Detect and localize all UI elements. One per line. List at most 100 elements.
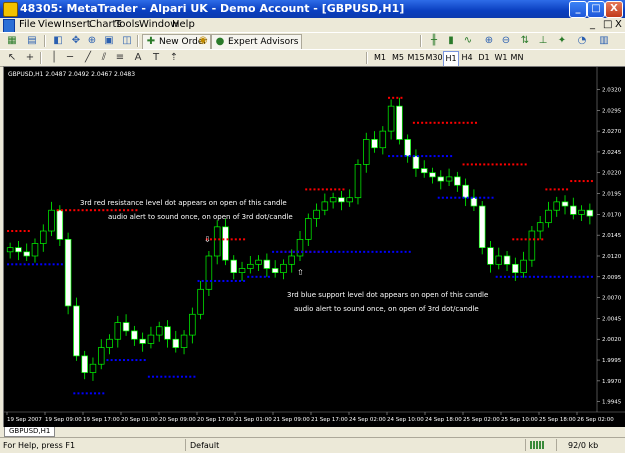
resistance-dot [305,188,308,191]
resistance-dot [226,238,229,241]
candle-body [189,313,196,336]
support-dot [106,359,109,362]
candle-body [338,197,345,203]
candle-body [396,105,403,140]
chart-shift-icon[interactable]: ⊥ [537,35,549,47]
profiles-icon[interactable]: ▤ [26,35,38,47]
support-dot [276,250,279,253]
timeframe-m1[interactable]: M1 [373,51,387,65]
support-dot [15,263,18,266]
candle-body [230,259,237,273]
menu-insert[interactable]: Insert [62,18,91,32]
maximize-button[interactable]: □ [587,1,605,18]
menu-help[interactable]: Help [172,18,195,32]
chart-window[interactable]: GBPUSD,H1 2.0487 2.0492 2.0467 2.0483 2.… [3,66,625,428]
templates-icon[interactable]: ▥ [598,35,610,47]
resistance-dot [238,238,241,241]
candle-body [122,322,130,332]
mdi-minimize-button[interactable]: _ [590,18,595,32]
data-window-icon[interactable]: ⊕ [86,35,98,47]
line-chart-icon[interactable]: ∿ [462,35,474,47]
resistance-dot [330,188,333,191]
resistance-dot [94,209,97,212]
support-dot [566,275,569,278]
timeframe-m5[interactable]: M5 [391,51,405,65]
resistance-dot [470,121,473,124]
support-dot [305,250,308,253]
expert-advisors-button[interactable]: ● Expert Advisors [211,34,303,50]
terminal-icon[interactable]: ▣ [103,35,115,47]
support-dot [218,279,221,282]
horizontal-line-icon[interactable]: ─ [64,52,76,64]
navigator-icon[interactable]: ✥ [70,35,82,47]
mdi-close-button[interactable]: X [615,18,622,32]
resistance-dot [458,121,461,124]
menu-view[interactable]: View [38,18,62,32]
timeframe-h1[interactable]: H1 [443,51,459,67]
price-chart[interactable]: GBPUSD,H1 2.0487 2.0492 2.0467 2.0483 2.… [4,67,625,427]
cursor-icon[interactable]: ↖ [6,52,18,64]
new-chart-icon[interactable]: ▦ [6,35,18,47]
candle-body [31,243,39,257]
candlestick-chart-icon[interactable]: ▮ [445,35,457,47]
y-tick-label: 2.0195 [602,192,622,198]
close-button[interactable]: X [605,1,623,18]
text-icon[interactable]: A [132,52,144,64]
indicators-icon[interactable]: ✦ [556,35,568,47]
timeframe-m30[interactable]: M30 [425,51,443,65]
support-dot [570,275,573,278]
resistance-dot [309,188,312,191]
trendline-icon[interactable]: ╱ [82,52,94,64]
resistance-dot [466,121,469,124]
support-dot [11,263,14,266]
resistance-dot [586,180,589,183]
periods-icon[interactable]: ◔ [576,35,588,47]
timeframe-w1[interactable]: W1 [494,51,508,65]
support-dot [102,392,105,395]
zoom-in-icon[interactable]: ⊕ [483,35,495,47]
support-dot [371,250,374,253]
resistance-dot [487,163,490,166]
support-dot [156,375,159,378]
bar-chart-icon[interactable]: ╫ [428,35,440,47]
support-dot [193,375,196,378]
support-dot [400,250,403,253]
support-dot [590,275,593,278]
zoom-out-icon[interactable]: ⊖ [500,35,512,47]
fibonacci-icon[interactable]: ≡ [114,52,126,64]
support-dot [462,196,465,199]
support-dot [44,263,47,266]
support-dot [77,392,80,395]
strategy-tester-icon[interactable]: ◫ [121,35,133,47]
crosshair-icon[interactable]: + [24,52,36,64]
metaeditor-icon[interactable]: ◉ [197,35,209,47]
timeframe-d1[interactable]: D1 [477,51,491,65]
resistance-dot [512,238,515,241]
candle-body [561,201,569,207]
support-dot [251,275,254,278]
candle-body [536,222,544,232]
x-tick-label: 25 Sep 02:00 [463,417,500,423]
auto-scroll-icon[interactable]: ⇅ [519,35,531,47]
menu-file[interactable]: File [19,18,36,32]
candle-body [296,238,304,257]
resistance-dot [450,121,453,124]
timeframe-m15[interactable]: M15 [407,51,425,65]
support-dot [512,275,515,278]
y-tick-label: 2.0295 [602,108,622,114]
support-dot [561,275,564,278]
vertical-line-icon[interactable]: │ [48,52,60,64]
mdi-restore-button[interactable]: □ [603,18,612,32]
tab-gbpusd-h1[interactable]: GBPUSD,H1 [4,427,56,437]
candle-body [363,139,370,165]
menu-tools[interactable]: Tools [115,18,140,32]
timeframe-mn[interactable]: MN [510,51,524,65]
minimize-button[interactable]: _ [569,1,587,18]
support-dot [346,250,349,253]
resistance-dot [429,121,432,124]
arrows-icon[interactable]: ⇡ [168,52,180,64]
channel-icon[interactable]: ⫽ [98,52,110,64]
text-label-icon[interactable]: T [150,52,162,64]
timeframe-h4[interactable]: H4 [460,51,474,65]
market-watch-icon[interactable]: ◧ [52,35,64,47]
